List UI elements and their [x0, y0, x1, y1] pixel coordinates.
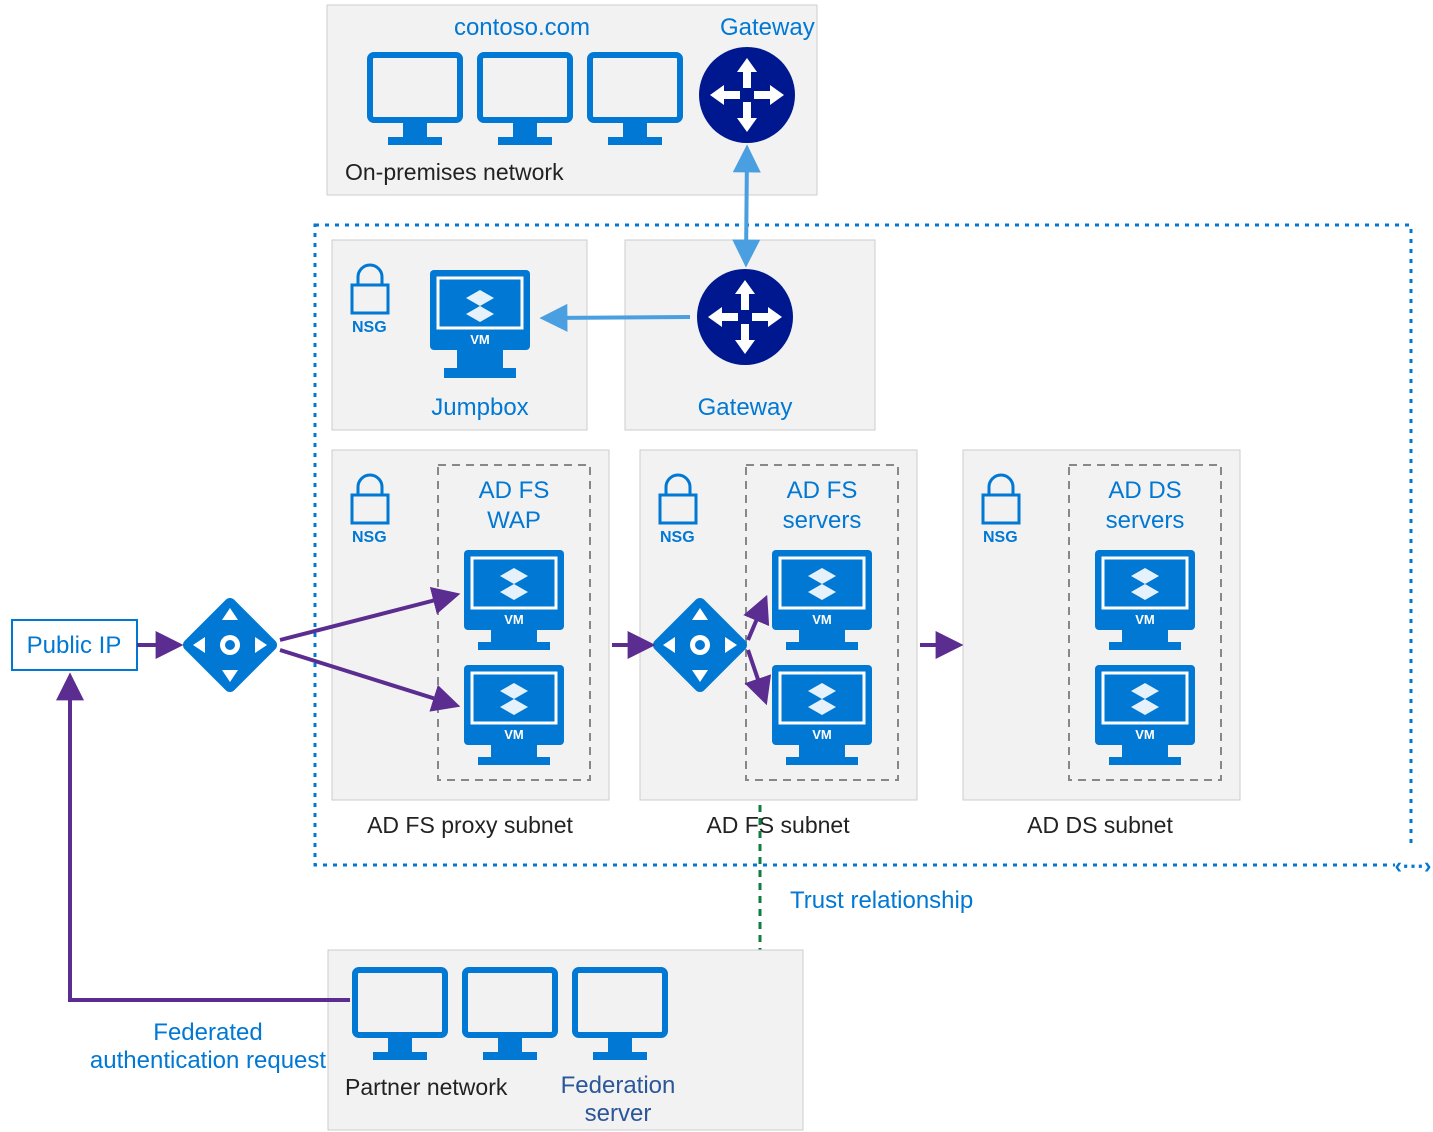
load-balancer-icon	[181, 596, 280, 695]
onprem-domain: contoso.com	[454, 14, 590, 41]
nsg-label: NSG	[983, 529, 1018, 546]
onprem-network: contoso.com Gateway On-premises network	[327, 5, 817, 195]
azure-gateway: Gateway	[625, 240, 875, 430]
architecture-diagram: contoso.com Gateway On-premises network …	[0, 0, 1433, 1132]
onprem-gateway-label: Gateway	[720, 14, 815, 41]
wap-subnet: NSG AD FS WAP VM VM AD FS proxy subnet	[332, 450, 609, 838]
arrow-gateway-jumpbox	[545, 317, 690, 318]
public-ip: Public IP	[12, 620, 137, 670]
svg-text:‹⋯›: ‹⋯›	[1395, 853, 1432, 878]
svg-text:AD FS: AD FS	[787, 477, 858, 504]
federation-server-label: Federation	[561, 1072, 676, 1099]
fed-request-label1: Federated	[153, 1019, 262, 1046]
svg-text:servers: servers	[1106, 507, 1185, 534]
nsg-label: NSG	[660, 529, 695, 546]
partner-label: Partner network	[345, 1074, 508, 1100]
svg-text:VM: VM	[1135, 727, 1155, 742]
svg-text:Public IP: Public IP	[27, 632, 122, 659]
svg-text:VM: VM	[504, 727, 524, 742]
svg-text:VM: VM	[504, 612, 524, 627]
nsg-label: NSG	[352, 529, 387, 546]
adds-subnet: NSG AD DS servers VM VM AD DS subnet	[963, 450, 1240, 838]
svg-text:servers: servers	[783, 507, 862, 534]
wap-subnet-label: AD FS proxy subnet	[367, 812, 573, 838]
expand-icon: ‹⋯›	[1395, 848, 1432, 882]
adds-subnet-label: AD DS subnet	[1027, 812, 1173, 838]
nsg-label: NSG	[352, 319, 387, 336]
partner-network: Partner network Federation server	[328, 950, 803, 1130]
arrow-onprem-azure	[746, 150, 747, 262]
adfs-subnet-label: AD FS subnet	[706, 812, 850, 838]
jumpbox-subnet: NSG VM Jumpbox	[332, 240, 587, 430]
svg-text:server: server	[585, 1100, 652, 1127]
onprem-label: On-premises network	[345, 159, 564, 185]
svg-text:AD DS: AD DS	[1108, 477, 1181, 504]
svg-text:VM: VM	[470, 332, 490, 347]
fed-request-label2: authentication request	[90, 1047, 327, 1074]
gateway-icon	[699, 47, 795, 143]
svg-text:VM: VM	[812, 727, 832, 742]
svg-text:AD FS: AD FS	[479, 477, 550, 504]
svg-text:WAP: WAP	[487, 507, 541, 534]
azure-gateway-label: Gateway	[698, 394, 793, 421]
trust-label: Trust relationship	[790, 887, 973, 914]
svg-text:VM: VM	[812, 612, 832, 627]
arrow-federated-request	[70, 678, 350, 1000]
svg-text:VM: VM	[1135, 612, 1155, 627]
jumpbox-label: Jumpbox	[431, 394, 528, 421]
